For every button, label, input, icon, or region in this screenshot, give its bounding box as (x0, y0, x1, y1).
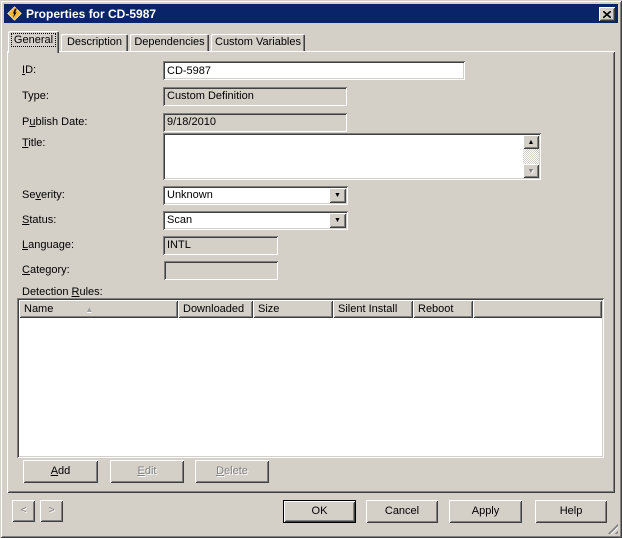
add-button[interactable]: Add (23, 460, 98, 483)
scroll-up-icon: ▲ (528, 139, 535, 146)
close-icon (603, 11, 611, 18)
type-field: Custom Definition (163, 87, 347, 106)
delete-button[interactable]: Delete (195, 460, 269, 483)
id-label: ID: (22, 64, 36, 77)
id-input[interactable] (163, 61, 465, 80)
detection-rules-empty-area[interactable] (19, 318, 602, 456)
custom-definition-diamond-lightning-icon (7, 6, 22, 21)
type-label: Type: (22, 90, 49, 103)
ok-button[interactable]: OK (283, 500, 356, 523)
column-header-size[interactable]: Size (253, 300, 333, 318)
title-textarea[interactable]: ▲ ▼ (163, 133, 541, 180)
close-button[interactable] (599, 7, 615, 21)
chevron-right-icon: > (49, 505, 55, 516)
language-field: INTL (163, 236, 278, 255)
language-label: Language: (22, 239, 74, 252)
column-header-filler (473, 300, 602, 318)
scroll-down-icon: ▼ (528, 168, 535, 175)
title-scrollbar[interactable]: ▲ ▼ (523, 135, 539, 178)
category-label: Category: (22, 264, 70, 277)
detection-rules-header: Name▲ Downloaded Size Silent Install Reb… (19, 300, 602, 318)
status-dropdown[interactable]: Scan ▼ (163, 211, 348, 230)
column-header-silent-install[interactable]: Silent Install (333, 300, 413, 318)
severity-dropdown[interactable]: Unknown ▼ (163, 186, 348, 205)
tab-description[interactable]: Description (61, 34, 128, 52)
tab-custom-variables[interactable]: Custom Variables (211, 34, 305, 52)
chevron-down-icon: ▼ (334, 192, 341, 199)
help-button[interactable]: Help (535, 500, 607, 523)
tab-dependencies-label: Dependencies (134, 36, 204, 48)
status-dropdown-button[interactable]: ▼ (329, 213, 346, 228)
scroll-up-button[interactable]: ▲ (523, 135, 539, 149)
tab-custom-variables-label: Custom Variables (215, 36, 301, 48)
detection-rules-list[interactable]: Name▲ Downloaded Size Silent Install Reb… (17, 298, 604, 458)
tab-dependencies[interactable]: Dependencies (130, 34, 209, 52)
chevron-left-icon: < (21, 505, 27, 516)
scroll-down-button[interactable]: ▼ (523, 164, 539, 178)
edit-button[interactable]: Edit (110, 460, 184, 483)
severity-value: Unknown (167, 189, 213, 202)
column-header-reboot[interactable]: Reboot (413, 300, 473, 318)
next-item-button[interactable]: > (40, 500, 63, 522)
sort-ascending-icon: ▲ (85, 305, 93, 314)
column-header-name[interactable]: Name▲ (19, 300, 178, 318)
apply-button[interactable]: Apply (449, 500, 522, 523)
tab-description-label: Description (67, 36, 122, 48)
window-title: Properties for CD-5987 (26, 7, 156, 21)
column-header-downloaded[interactable]: Downloaded (178, 300, 253, 318)
publish-date-field: 9/18/2010 (163, 113, 347, 132)
status-value: Scan (167, 214, 192, 227)
severity-label: Severity: (22, 189, 65, 202)
cancel-button[interactable]: Cancel (366, 500, 438, 523)
tab-general-label: General (11, 33, 56, 47)
status-label: Status: (22, 214, 56, 227)
publish-date-label: Publish Date: (22, 116, 87, 129)
previous-item-button[interactable]: < (12, 500, 35, 522)
chevron-down-icon: ▼ (334, 217, 341, 224)
category-field (164, 261, 278, 280)
title-label: Title: (22, 137, 45, 150)
properties-dialog: Properties for CD-5987 General Descripti… (0, 0, 622, 538)
severity-dropdown-button[interactable]: ▼ (329, 188, 346, 203)
titlebar[interactable]: Properties for CD-5987 (4, 4, 618, 23)
tab-general[interactable]: General (8, 31, 59, 53)
